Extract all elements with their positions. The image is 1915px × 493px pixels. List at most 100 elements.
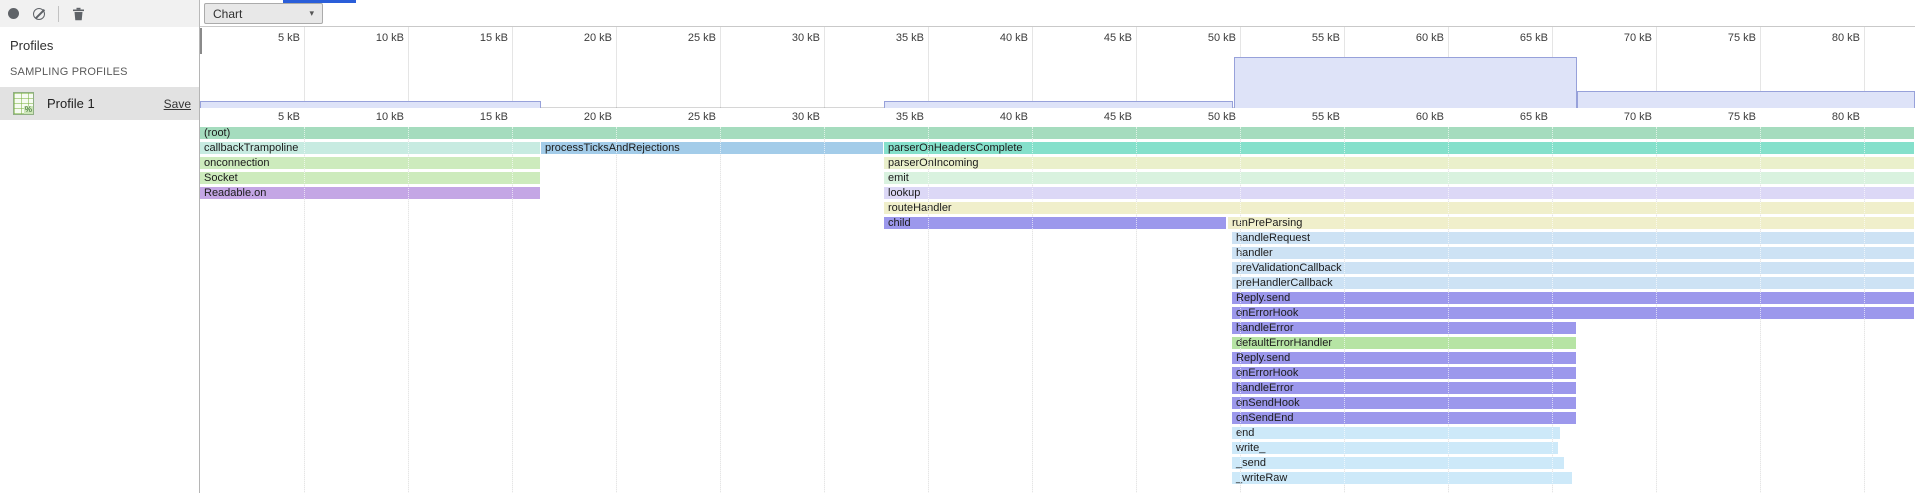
ruler-gridline xyxy=(1032,27,1033,108)
flame-tick-label: 75 kB xyxy=(1696,111,1756,123)
flame-bar[interactable]: Socket xyxy=(200,172,540,184)
flame-tick-label: 45 kB xyxy=(1072,111,1132,123)
overview-tick-label: 80 kB xyxy=(1800,32,1860,44)
delete-profile-button[interactable] xyxy=(65,3,91,25)
overview-allocation-segment xyxy=(884,101,1233,108)
ruler-gridline xyxy=(824,127,825,493)
overview-allocation-segment xyxy=(1577,91,1915,108)
profiler-toolbar xyxy=(0,0,200,27)
ruler-gridline xyxy=(616,27,617,108)
ruler-gridline xyxy=(408,27,409,108)
flame-tick-label: 80 kB xyxy=(1800,111,1860,123)
overview-tick-label: 45 kB xyxy=(1072,32,1132,44)
flame-bar[interactable]: onSendHook xyxy=(1232,397,1576,409)
overview-tick-label: 50 kB xyxy=(1176,32,1236,44)
overview-allocation-segment xyxy=(200,101,541,108)
scrollbar-thumb[interactable] xyxy=(200,28,202,54)
clear-all-button[interactable] xyxy=(26,3,52,25)
flame-chart: (root) callbackTrampolineprocessTicksAndR… xyxy=(200,127,1915,493)
flame-tick-label: 40 kB xyxy=(968,111,1028,123)
flame-bar[interactable]: _send xyxy=(1232,457,1564,469)
overview-tick-label: 20 kB xyxy=(552,32,612,44)
flame-bar[interactable]: Readable.on xyxy=(200,187,540,199)
flame-tick-label: 70 kB xyxy=(1592,111,1652,123)
overview-tick-label: 25 kB xyxy=(656,32,716,44)
percent-badge: % xyxy=(24,106,33,114)
flame-bar[interactable]: _writeRaw xyxy=(1232,472,1572,484)
flame-bar[interactable]: Reply.send xyxy=(1232,352,1576,364)
overview-tick-label: 10 kB xyxy=(344,32,404,44)
flame-bar[interactable]: lookup xyxy=(884,187,1914,199)
overview-tick-label: 15 kB xyxy=(448,32,508,44)
flame-bar[interactable]: parserOnIncoming xyxy=(884,157,1914,169)
profile-name: Profile 1 xyxy=(47,96,95,111)
overview-tick-label: 60 kB xyxy=(1384,32,1444,44)
flame-tick-label: 15 kB xyxy=(448,111,508,123)
flame-bar[interactable]: handleRequest xyxy=(1232,232,1914,244)
flame-bar[interactable]: onErrorHook xyxy=(1232,367,1576,379)
flame-bar[interactable]: handleError xyxy=(1232,322,1576,334)
flame-bar[interactable]: Reply.send xyxy=(1232,292,1914,304)
sidebar-item-profile-1[interactable]: % Profile 1 Save xyxy=(0,87,199,120)
heap-profile-icon: % xyxy=(13,92,34,115)
ruler-gridline xyxy=(928,27,929,108)
view-mode-label: Chart xyxy=(213,7,242,21)
overview-tick-label: 65 kB xyxy=(1488,32,1548,44)
flame-bar[interactable]: end xyxy=(1232,427,1560,439)
flame-bar[interactable]: onSendEnd xyxy=(1232,412,1576,424)
flame-tick-label: 65 kB xyxy=(1488,111,1548,123)
flame-bar[interactable]: defaultErrorHandler xyxy=(1232,337,1576,349)
flame-tick-label: 5 kB xyxy=(240,111,300,123)
record-icon xyxy=(8,8,19,19)
flame-chart-ruler: 5 kB 10 kB 15 kB 20 kB 25 kB 30 kB 35 kB 40 kB 4… xyxy=(200,110,1915,127)
flame-bar[interactable]: onconnection xyxy=(200,157,540,169)
save-profile-link[interactable]: Save xyxy=(164,97,191,111)
view-mode-dropdown[interactable]: Chart ▾ xyxy=(204,3,323,24)
ruler-gridline xyxy=(824,27,825,108)
flame-bar[interactable]: handleError xyxy=(1232,382,1576,394)
profiles-sidebar: Profiles SAMPLING PROFILES % Profile 1 S… xyxy=(0,27,200,493)
flame-tick-label: 30 kB xyxy=(760,111,820,123)
record-button[interactable] xyxy=(0,3,26,25)
flame-tick-label: 25 kB xyxy=(656,111,716,123)
flame-tick-label: 10 kB xyxy=(344,111,404,123)
flame-bar[interactable]: (root) xyxy=(200,127,1914,139)
flame-tick-label: 20 kB xyxy=(552,111,612,123)
flame-bar[interactable]: callbackTrampoline xyxy=(200,142,540,154)
memory-overview[interactable]: 5 kB10 kB15 kB20 kB25 kB30 kB35 kB40 kB4… xyxy=(200,27,1915,108)
clear-icon xyxy=(33,8,45,20)
overview-tick-label: 35 kB xyxy=(864,32,924,44)
flame-tick-label: 60 kB xyxy=(1384,111,1444,123)
sampling-profiles-section-label: SAMPLING PROFILES xyxy=(10,66,128,78)
flame-bar[interactable]: parserOnHeadersComplete xyxy=(884,142,1914,154)
ruler-gridline xyxy=(1136,27,1137,108)
flame-tick-label: 35 kB xyxy=(864,111,924,123)
flame-bar[interactable]: handler xyxy=(1232,247,1914,259)
flame-bar[interactable]: preValidationCallback xyxy=(1232,262,1914,274)
panel-header: Chart ▾ xyxy=(0,0,1915,27)
ruler-gridline xyxy=(512,27,513,108)
overview-tick-label: 75 kB xyxy=(1696,32,1756,44)
overview-tick-label: 55 kB xyxy=(1280,32,1340,44)
toolbar-separator xyxy=(58,6,59,22)
flame-bar[interactable]: processTicksAndRejections xyxy=(541,142,883,154)
ruler-gridline xyxy=(616,127,617,493)
flame-bar[interactable]: write_ xyxy=(1232,442,1558,454)
flame-tick-label: 50 kB xyxy=(1176,111,1236,123)
chevron-down-icon: ▾ xyxy=(309,8,314,19)
flame-bar[interactable]: emit xyxy=(884,172,1914,184)
ruler-gridline xyxy=(304,27,305,108)
flame-bar[interactable]: preHandlerCallback xyxy=(1232,277,1914,289)
overview-allocation-segment xyxy=(1234,57,1577,108)
flame-chart-pane: 5 kB 10 kB 15 kB 20 kB 25 kB 30 kB 35 kB 40 kB 4… xyxy=(200,27,1915,493)
flame-bar[interactable]: onErrorHook xyxy=(1232,307,1914,319)
overview-tick-label: 5 kB xyxy=(240,32,300,44)
flame-tick-label: 55 kB xyxy=(1280,111,1340,123)
flame-bar[interactable]: routeHandler xyxy=(884,202,1914,214)
flame-bar[interactable]: child xyxy=(884,217,1226,229)
heap-profiler-panel: Chart ▾ Profiles SAMPLING PROFILES % Pro… xyxy=(0,0,1915,493)
overview-tick-label: 40 kB xyxy=(968,32,1028,44)
flame-bar[interactable]: runPreParsing xyxy=(1228,217,1914,229)
ruler-gridline xyxy=(720,27,721,108)
sidebar-title: Profiles xyxy=(10,38,53,53)
